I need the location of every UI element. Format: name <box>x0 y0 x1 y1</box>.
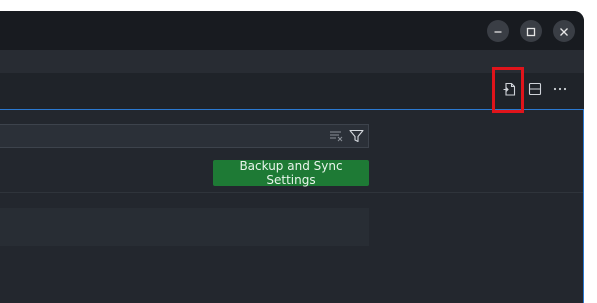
split-editor-icon <box>527 81 543 101</box>
maximize-button[interactable] <box>520 20 542 42</box>
filter-icon[interactable] <box>348 129 364 143</box>
maximize-icon <box>526 22 536 41</box>
settings-search-input[interactable] <box>0 125 332 147</box>
more-actions-button[interactable] <box>551 82 569 100</box>
settings-editor: Backup and Sync Settings <box>0 73 584 303</box>
settings-search-box[interactable] <box>0 124 369 148</box>
editor-actions-bar <box>0 73 584 109</box>
settings-panel: Backup and Sync Settings <box>0 109 584 303</box>
close-button[interactable] <box>553 20 575 42</box>
split-editor-button[interactable] <box>526 82 544 100</box>
tab-bar <box>0 50 584 73</box>
app-window: Backup and Sync Settings <box>0 11 584 303</box>
backup-and-sync-settings-button[interactable]: Backup and Sync Settings <box>213 159 369 187</box>
divider <box>0 192 583 193</box>
close-icon <box>559 22 569 41</box>
more-actions-icon <box>552 81 568 101</box>
clear-filter-icon[interactable] <box>328 129 344 143</box>
minimize-icon <box>493 22 503 41</box>
open-settings-json-button[interactable] <box>500 82 518 100</box>
open-settings-json-icon <box>501 81 517 101</box>
settings-list-area <box>0 208 369 246</box>
title-bar <box>0 11 584 50</box>
minimize-button[interactable] <box>487 20 509 42</box>
